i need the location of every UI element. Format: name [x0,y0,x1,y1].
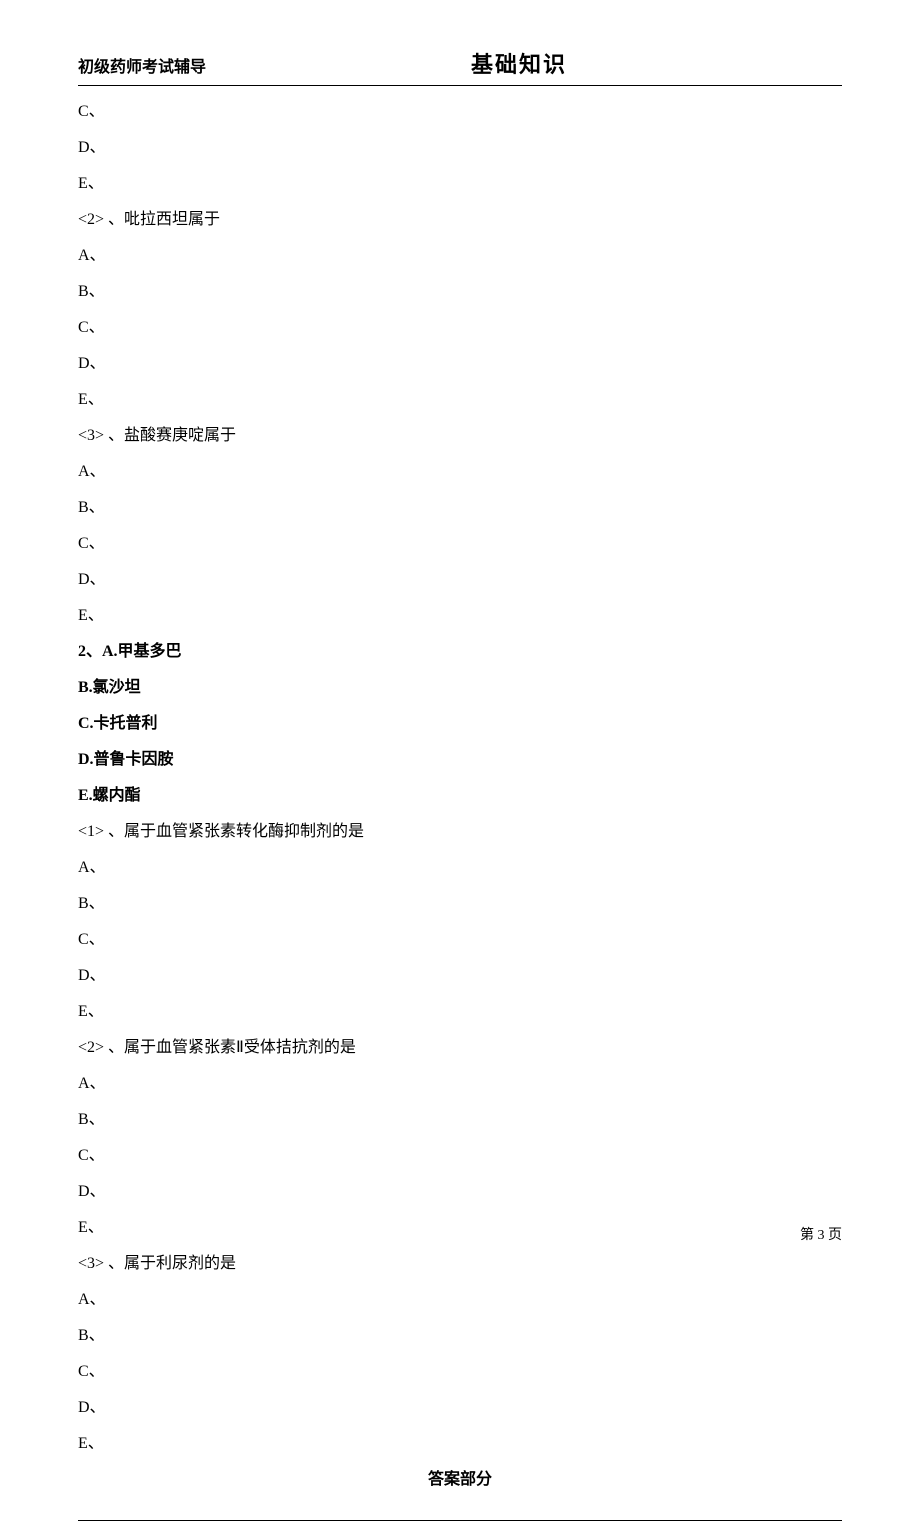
body-line: B、 [78,280,842,304]
body-line: <1> 、属于血管紧张素转化酶抑制剂的是 [78,820,842,844]
body-line: E、 [78,1000,842,1024]
body-line: <3> 、属于利尿剂的是 [78,1252,842,1276]
page-header: 初级药师考试辅导 基础知识 [78,48,842,86]
body-line: D、 [78,1180,842,1204]
page-number: 第 3 页 [800,1225,842,1246]
body-line: B、 [78,1324,842,1348]
header-title: 基础知识 [196,48,842,81]
body-line: E.螺内酯 [78,784,842,808]
body-line: A、 [78,1288,842,1312]
body-line: C、 [78,928,842,952]
body-line: B、 [78,892,842,916]
body-line: C.卡托普利 [78,712,842,736]
body-line: 2、A.甲基多巴 [78,640,842,664]
body-line: B、 [78,1108,842,1132]
body-line: B、 [78,496,842,520]
body-line: E、 [78,1432,842,1456]
body-line: A、 [78,244,842,268]
body-line: D、 [78,352,842,376]
body-content: C、 D、 E、 <2> 、吡拉西坦属于 A、 B、 C、 D、 E、 <3> 、盐酸赛庚啶属于 A… [78,100,842,1456]
body-line: E、 [78,172,842,196]
header-left: 初级药师考试辅导 [78,56,206,80]
body-line: D、 [78,964,842,988]
body-line: E、 [78,388,842,412]
answers-section-title: 答案部分 [78,1468,842,1492]
body-line: C、 [78,1360,842,1384]
body-line: A、 [78,1072,842,1096]
body-line: C、 [78,532,842,556]
body-line: E、 [78,604,842,628]
body-line: C、 [78,1144,842,1168]
body-line: B.氯沙坦 [78,676,842,700]
body-line: A、 [78,856,842,880]
body-line: <2> 、属于血管紧张素Ⅱ受体拮抗剂的是 [78,1036,842,1060]
body-line: D.普鲁卡因胺 [78,748,842,772]
body-line: E、 [78,1216,842,1240]
body-line: D、 [78,136,842,160]
page: 初级药师考试辅导 基础知识 C、 D、 E、 <2> 、吡拉西坦属于 A、 B、 C、 D、 E… [0,0,920,1302]
body-line: D、 [78,568,842,592]
body-line: A、 [78,460,842,484]
body-line: C、 [78,100,842,124]
body-line: D、 [78,1396,842,1420]
body-line: C、 [78,316,842,340]
body-line: <3> 、盐酸赛庚啶属于 [78,424,842,448]
body-line: <2> 、吡拉西坦属于 [78,208,842,232]
